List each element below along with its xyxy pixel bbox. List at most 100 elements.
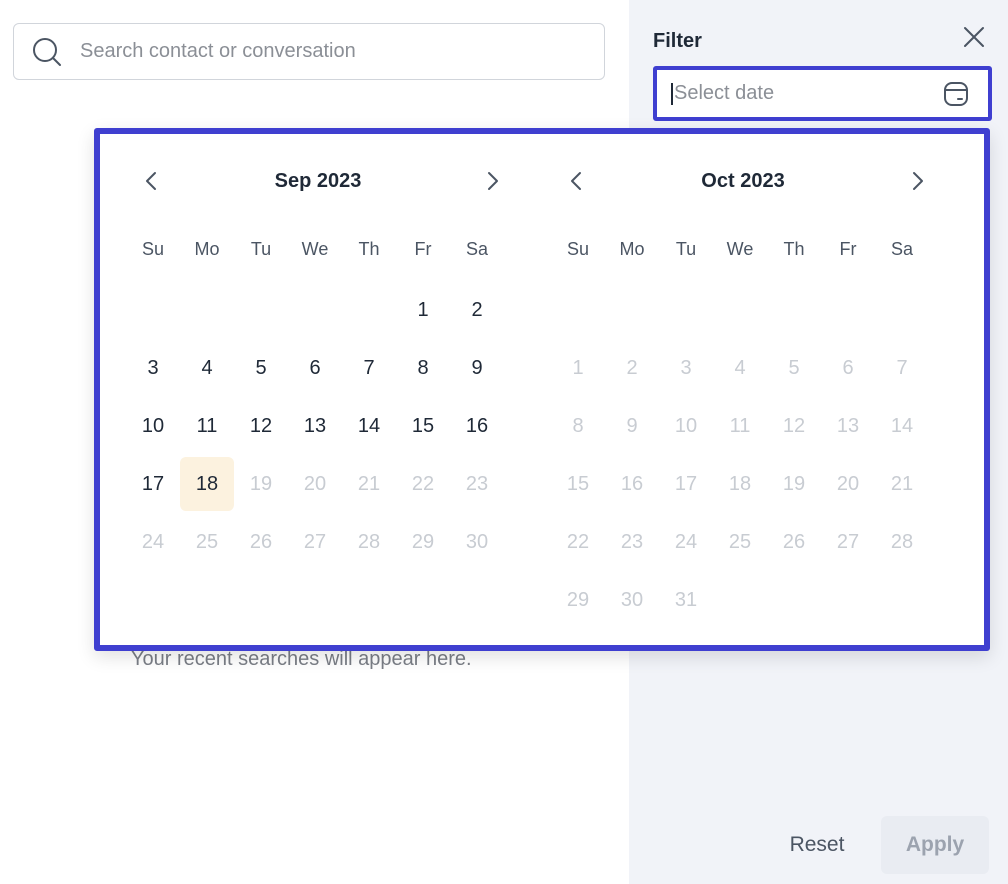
day-cell[interactable]: 8 bbox=[396, 339, 450, 397]
day-cell: 29 bbox=[411, 530, 435, 553]
day-cell[interactable]: 2 bbox=[450, 281, 504, 339]
day-cell: 31 bbox=[674, 588, 698, 611]
day-cell: 5 bbox=[788, 356, 800, 379]
empty-day-cell bbox=[767, 281, 821, 339]
filter-title: Filter bbox=[653, 30, 702, 52]
weekday-label: Sa bbox=[465, 239, 489, 259]
calendar-month-oct: Oct 2023 Su Mo Tu We Th Fr Sa 1 2 3 4 5 6 7 8 9 10 11 12 1… bbox=[551, 134, 951, 645]
day-cell: 4 bbox=[734, 356, 746, 379]
weekday-label: Su bbox=[566, 239, 590, 259]
search-icon bbox=[32, 37, 62, 67]
day-cell[interactable]: 13 bbox=[288, 397, 342, 455]
day-cell: 29 bbox=[566, 588, 590, 611]
recent-searches-text: Your recent searches will appear here. bbox=[131, 648, 472, 670]
empty-day-cell bbox=[342, 281, 396, 339]
day-cell: 22 bbox=[411, 472, 435, 495]
weekday-label: Fr bbox=[414, 239, 432, 259]
weekday-label: Sa bbox=[890, 239, 914, 259]
day-cell-today[interactable]: 18 bbox=[180, 457, 234, 511]
day-cell[interactable]: 9 bbox=[450, 339, 504, 397]
day-cell[interactable]: 7 bbox=[342, 339, 396, 397]
day-cell: 27 bbox=[303, 530, 327, 553]
day-cell[interactable]: 14 bbox=[342, 397, 396, 455]
day-cell: 6 bbox=[842, 356, 854, 379]
day-cell: 11 bbox=[729, 414, 751, 437]
weekday-label: Mo bbox=[194, 239, 220, 259]
weekday-label: We bbox=[301, 239, 329, 259]
day-cell: 16 bbox=[620, 472, 644, 495]
day-cell[interactable]: 6 bbox=[288, 339, 342, 397]
day-cell[interactable]: 11 bbox=[180, 397, 234, 455]
day-cell: 10 bbox=[674, 414, 698, 437]
weekday-label: Th bbox=[358, 239, 380, 259]
day-cell[interactable]: 1 bbox=[396, 281, 450, 339]
weekday-label: Th bbox=[783, 239, 805, 259]
day-cell: 30 bbox=[465, 530, 489, 553]
date-range-calendar: Sep 2023 Su Mo Tu We Th Fr Sa 1 2 3 4 5 6 7 8 9 10 11 12 1… bbox=[94, 128, 990, 651]
day-cell: 28 bbox=[357, 530, 381, 553]
close-icon bbox=[962, 25, 986, 54]
apply-button[interactable]: Apply bbox=[881, 816, 989, 874]
day-cell: 30 bbox=[620, 588, 644, 611]
day-cell: 13 bbox=[836, 414, 860, 437]
day-cell: 9 bbox=[626, 414, 638, 437]
day-cell[interactable]: 4 bbox=[180, 339, 234, 397]
day-cell: 1 bbox=[572, 356, 584, 379]
day-cell: 21 bbox=[357, 472, 381, 495]
day-cell[interactable]: 3 bbox=[126, 339, 180, 397]
close-button[interactable] bbox=[959, 24, 989, 54]
day-cell: 22 bbox=[566, 530, 590, 553]
day-cell: 21 bbox=[890, 472, 914, 495]
day-cell: 19 bbox=[249, 472, 273, 495]
day-cell[interactable]: 15 bbox=[396, 397, 450, 455]
day-cell: 2 bbox=[626, 356, 638, 379]
chevron-right-icon bbox=[911, 171, 925, 196]
month-title: Oct 2023 bbox=[701, 170, 785, 192]
empty-day-cell bbox=[234, 281, 288, 339]
day-cell[interactable]: 12 bbox=[234, 397, 288, 455]
day-cell: 18 bbox=[728, 472, 752, 495]
empty-day-cell bbox=[821, 281, 875, 339]
empty-day-cell bbox=[551, 281, 605, 339]
day-cell: 24 bbox=[141, 530, 165, 553]
day-cell: 24 bbox=[674, 530, 698, 553]
chevron-right-icon bbox=[486, 171, 500, 196]
day-cell: 23 bbox=[465, 472, 489, 495]
empty-day-cell bbox=[659, 281, 713, 339]
day-cell: 26 bbox=[782, 530, 806, 553]
empty-day-cell bbox=[713, 281, 767, 339]
search-input[interactable] bbox=[80, 40, 604, 63]
weekday-label: Tu bbox=[675, 239, 697, 259]
day-cell: 17 bbox=[674, 472, 698, 495]
day-cell[interactable]: 17 bbox=[126, 455, 180, 513]
day-cell: 14 bbox=[890, 414, 914, 437]
day-cell[interactable]: 10 bbox=[126, 397, 180, 455]
day-grid: 1 2 3 4 5 6 7 8 9 10 11 12 13 14 15 16 17 18 19 20 21 22 23 24 2… bbox=[551, 281, 929, 629]
day-cell: 26 bbox=[249, 530, 273, 553]
date-input[interactable] bbox=[674, 82, 942, 105]
day-cell: 25 bbox=[195, 530, 219, 553]
day-cell: 20 bbox=[836, 472, 860, 495]
date-picker-field[interactable] bbox=[653, 66, 992, 121]
day-cell: 15 bbox=[566, 472, 590, 495]
search-box[interactable] bbox=[13, 23, 605, 80]
next-month-button[interactable] bbox=[903, 168, 933, 198]
weekday-label: Mo bbox=[619, 239, 645, 259]
day-cell: 20 bbox=[303, 472, 327, 495]
day-cell: 12 bbox=[782, 414, 806, 437]
day-cell: 25 bbox=[728, 530, 752, 553]
weekday-header: Su Mo Tu We Th Fr Sa bbox=[551, 234, 929, 264]
calendar-month-sep: Sep 2023 Su Mo Tu We Th Fr Sa 1 2 3 4 5 6 7 8 9 10 11 12 1… bbox=[126, 134, 526, 645]
empty-day-cell bbox=[605, 281, 659, 339]
weekday-label: We bbox=[726, 239, 754, 259]
empty-day-cell bbox=[875, 281, 929, 339]
reset-button[interactable]: Reset bbox=[779, 818, 855, 872]
day-cell: 19 bbox=[782, 472, 806, 495]
text-caret bbox=[671, 82, 673, 105]
next-month-button[interactable] bbox=[478, 168, 508, 198]
calendar-icon[interactable] bbox=[942, 80, 970, 108]
day-cell[interactable]: 16 bbox=[450, 397, 504, 455]
weekday-label: Fr bbox=[839, 239, 857, 259]
day-cell[interactable]: 5 bbox=[234, 339, 288, 397]
day-cell: 28 bbox=[890, 530, 914, 553]
